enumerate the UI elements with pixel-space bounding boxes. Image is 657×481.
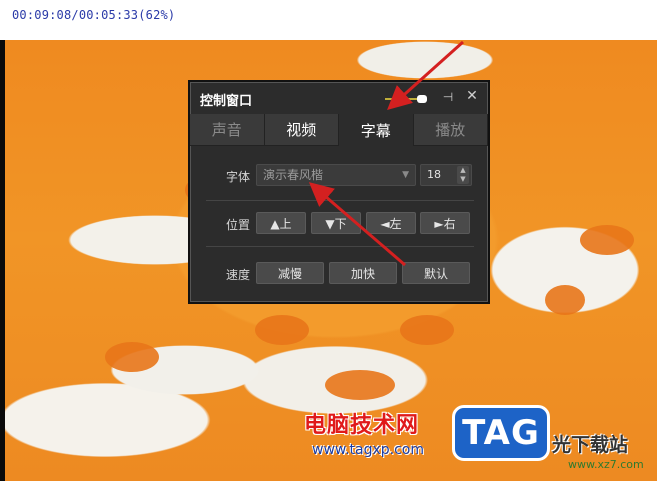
speed-slower-button[interactable]: 减慢	[256, 262, 324, 284]
watermark-download-site: 光下载站	[552, 434, 629, 456]
opacity-slider[interactable]	[385, 95, 427, 103]
font-size-stepper[interactable]: 18 ▲ ▼	[420, 164, 472, 186]
painted-flower	[400, 315, 454, 345]
chevron-down-icon: ▼	[402, 170, 409, 180]
control-window-title: 控制窗口	[200, 93, 253, 108]
painted-flower	[105, 342, 159, 372]
speed-default-button[interactable]: 默认	[402, 262, 470, 284]
tab-audio[interactable]: 声音	[190, 114, 265, 146]
subtitle-control-window: 控制窗口 ⊣ ✕ 声音 视频 字幕 播放 字体 演示春风楷 ▼ 18 ▲ ▼ 位置…	[188, 80, 490, 304]
painted-flower	[255, 315, 309, 345]
tag-logo: TAG	[452, 405, 550, 461]
speed-label: 速度	[226, 268, 251, 282]
opacity-slider-thumb[interactable]	[417, 95, 427, 103]
tab-video[interactable]: 视频	[264, 114, 339, 146]
control-tabs: 声音 视频 字幕 播放	[190, 114, 488, 146]
font-size-value: 18	[427, 168, 441, 181]
watermark-url: www.tagxp.com	[312, 442, 424, 458]
position-left-button[interactable]: ◄左	[366, 212, 416, 234]
divider	[206, 246, 474, 247]
position-up-button[interactable]: ▲上	[256, 212, 306, 234]
painted-flower	[580, 225, 634, 255]
speed-faster-button[interactable]: 加快	[329, 262, 397, 284]
watermark-download-url: www.xz7.com	[568, 458, 644, 471]
position-right-button[interactable]: ►右	[420, 212, 470, 234]
watermark-site-name: 电脑技术网	[304, 413, 420, 438]
playback-timecode: 00:09:08/00:05:33(62%)	[12, 8, 176, 22]
stepper-arrows-icon[interactable]: ▲ ▼	[457, 166, 469, 184]
painted-flower	[325, 370, 395, 400]
tab-playback[interactable]: 播放	[413, 114, 488, 146]
tab-subtitle[interactable]: 字幕	[339, 114, 414, 146]
divider	[206, 200, 474, 201]
position-down-button[interactable]: ▼下	[311, 212, 361, 234]
position-label: 位置	[226, 218, 251, 232]
font-select[interactable]: 演示春风楷 ▼	[256, 164, 416, 186]
font-select-value: 演示春风楷	[263, 168, 324, 182]
player-status-bar: 00:09:08/00:05:33(62%)	[0, 0, 657, 40]
close-icon[interactable]: ✕	[464, 88, 480, 104]
painted-flower	[545, 285, 585, 315]
pin-icon[interactable]: ⊣	[440, 89, 456, 105]
font-label: 字体	[226, 170, 251, 184]
